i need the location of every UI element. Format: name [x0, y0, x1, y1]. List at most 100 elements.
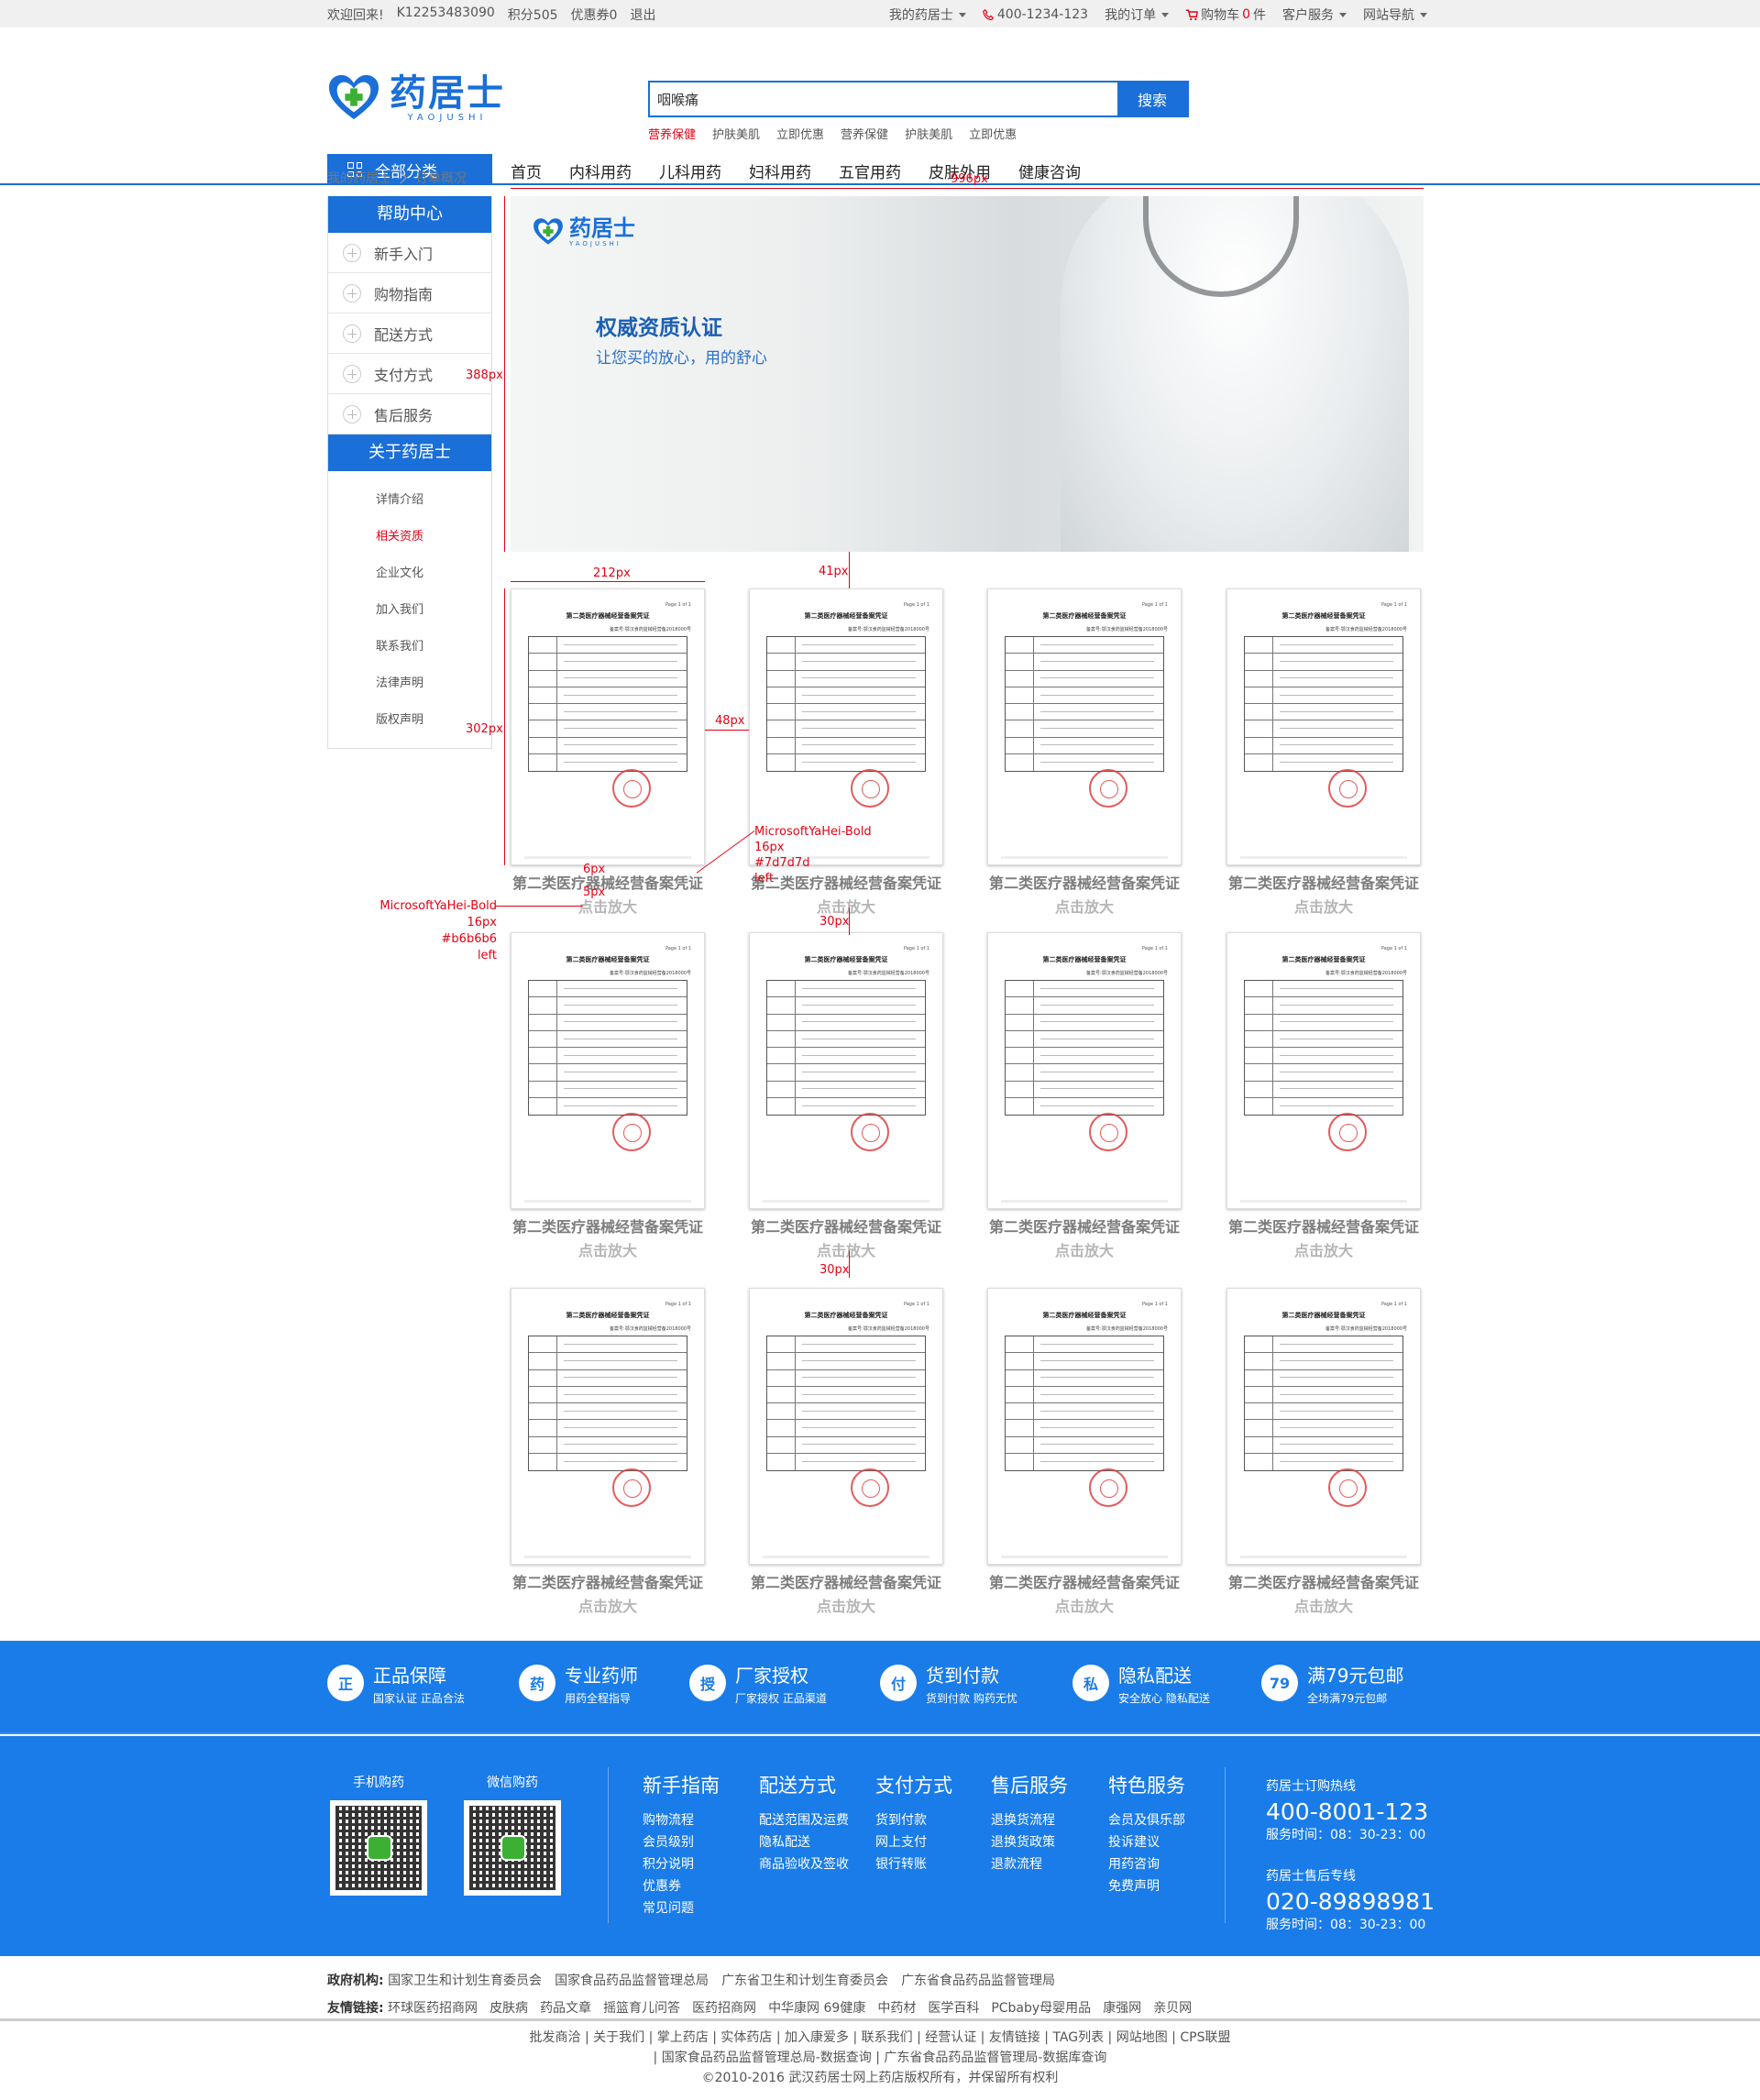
sidebar-sub-qualification[interactable]: 相关资质 — [376, 519, 491, 555]
certificate-image[interactable]: Page 1 of 1 第二类医疗器械经营备案凭证 备案号:鄂汉食药监械经营备201… — [511, 932, 705, 1209]
friend-link[interactable]: 康强网 — [1103, 2001, 1141, 2016]
sidebar-item-shopping-guide[interactable]: 购物指南 — [328, 273, 491, 313]
friend-link[interactable]: 药品文章 — [540, 2001, 591, 2016]
sidebar-item-beginner[interactable]: 新手入门 — [328, 233, 491, 273]
certificate-card[interactable]: Page 1 of 1 第二类医疗器械经营备案凭证 备案号:鄂汉食药监械经营备201… — [1226, 1288, 1421, 1616]
zoom-link[interactable]: 点击放大 — [1226, 1238, 1421, 1260]
footer-link[interactable]: 退换货政策 — [991, 1831, 1068, 1853]
footer-link[interactable]: 会员级别 — [643, 1831, 720, 1853]
footer-link[interactable]: 隐私配送 — [759, 1831, 849, 1853]
coupons-link[interactable]: 优惠券0 — [571, 5, 618, 24]
my-store-menu[interactable]: 我的药居士 — [889, 5, 966, 24]
sidebar-item-after-sales[interactable]: 售后服务 — [328, 394, 491, 434]
site-nav-menu[interactable]: 网站导航 — [1363, 5, 1427, 24]
certificate-image[interactable]: Page 1 of 1 第二类医疗器械经营备案凭证 备案号:鄂汉食药监械经营备201… — [1226, 588, 1421, 865]
points-link[interactable]: 积分505 — [508, 5, 558, 24]
zoom-link[interactable]: 点击放大 — [749, 1594, 943, 1616]
nav-item-pediatric[interactable]: 儿科用药 — [659, 159, 721, 182]
service-menu[interactable]: 客户服务 — [1282, 5, 1347, 24]
certificate-card[interactable]: Page 1 of 1 第二类医疗器械经营备案凭证 备案号:鄂汉食药监械经营备201… — [511, 588, 705, 917]
friend-link[interactable]: 医药招商网 — [692, 2001, 756, 2016]
cart-link[interactable]: 购物车 0 件 — [1185, 5, 1266, 24]
sidebar-about-title[interactable]: 关于药居士 — [328, 434, 491, 471]
sidebar-sub-join[interactable]: 加入我们 — [376, 592, 491, 629]
my-orders-menu[interactable]: 我的订单 — [1105, 5, 1170, 24]
hotword-link[interactable]: 营养保健 — [648, 125, 696, 142]
nav-item-home[interactable]: 首页 — [511, 159, 542, 182]
search-button[interactable]: 搜索 — [1117, 82, 1187, 115]
friend-link[interactable]: 中药材 — [877, 2001, 916, 2016]
footer-link[interactable]: 银行转账 — [875, 1853, 952, 1875]
certificate-card[interactable]: Page 1 of 1 第二类医疗器械经营备案凭证 备案号:鄂汉食药监械经营备201… — [749, 932, 943, 1260]
site-logo[interactable]: 药居士 YAOJUSHI — [327, 73, 505, 123]
certificate-image[interactable]: Page 1 of 1 第二类医疗器械经营备案凭证 备案号:鄂汉食药监械经营备201… — [749, 1288, 943, 1565]
footer-link[interactable]: 优惠券 — [643, 1875, 720, 1897]
friend-link[interactable]: 医学百科 — [928, 2001, 979, 2016]
hotword-link[interactable]: 立即优惠 — [969, 125, 1017, 142]
certificate-card[interactable]: Page 1 of 1 第二类医疗器械经营备案凭证 备案号:鄂汉食药监械经营备201… — [511, 1288, 705, 1616]
footer-link[interactable]: 投诉建议 — [1108, 1831, 1185, 1853]
sidebar-help-title[interactable]: 帮助中心 — [328, 196, 491, 233]
username[interactable]: K12253483090 — [397, 5, 495, 24]
friend-link[interactable]: 亲贝网 — [1153, 2001, 1192, 2016]
certificate-image[interactable]: Page 1 of 1 第二类医疗器械经营备案凭证 备案号:鄂汉食药监械经营备201… — [749, 932, 943, 1209]
friend-link[interactable]: PCbaby母婴用品 — [991, 2001, 1091, 2016]
certificate-image[interactable]: Page 1 of 1 第二类医疗器械经营备案凭证 备案号:鄂汉食药监械经营备201… — [987, 588, 1182, 865]
footer-link[interactable]: 用药咨询 — [1108, 1853, 1185, 1875]
zoom-link[interactable]: 点击放大 — [511, 1594, 705, 1616]
certificate-card[interactable]: Page 1 of 1 第二类医疗器械经营备案凭证 备案号:鄂汉食药监械经营备201… — [1226, 588, 1421, 917]
friend-link[interactable]: 摇篮育儿问答 — [603, 2001, 680, 2016]
footer-link[interactable]: 商品验收及签收 — [759, 1853, 849, 1875]
certificate-card[interactable]: Page 1 of 1 第二类医疗器械经营备案凭证 备案号:鄂汉食药监械经营备201… — [511, 932, 705, 1260]
certificate-card[interactable]: Page 1 of 1 第二类医疗器械经营备案凭证 备案号:鄂汉食药监械经营备201… — [987, 932, 1182, 1260]
footer-link[interactable]: 退款流程 — [991, 1853, 1068, 1875]
footer-link[interactable]: 积分说明 — [643, 1853, 720, 1875]
nav-item-internal[interactable]: 内科用药 — [569, 159, 632, 182]
certificate-card[interactable]: Page 1 of 1 第二类医疗器械经营备案凭证 备案号:鄂汉食药监械经营备201… — [987, 588, 1182, 917]
hotword-link[interactable]: 护肤美肌 — [712, 125, 760, 142]
footer-link[interactable]: 会员及俱乐部 — [1108, 1809, 1185, 1831]
zoom-link[interactable]: 点击放大 — [511, 1238, 705, 1260]
search-input[interactable] — [650, 82, 1117, 115]
footer-link[interactable]: 免费声明 — [1108, 1875, 1185, 1897]
sidebar-sub-legal[interactable]: 法律声明 — [376, 665, 491, 702]
sidebar-sub-culture[interactable]: 企业文化 — [376, 555, 491, 592]
footer-gov-links[interactable]: | 国家食品药品监督管理总局-数据查询 | 广东省食品药品监督管理局-数据库查询 — [0, 2048, 1760, 2068]
friend-link[interactable]: 环球医药招商网 — [388, 2001, 478, 2016]
zoom-link[interactable]: 点击放大 — [749, 1238, 943, 1260]
hotword-link[interactable]: 立即优惠 — [776, 125, 824, 142]
gov-link[interactable]: 国家食品药品监督管理总局 — [555, 1974, 709, 1988]
footer-link[interactable]: 货到付款 — [875, 1809, 952, 1831]
friend-link[interactable]: 中华康网 69健康 — [768, 2001, 865, 2016]
footer-link[interactable]: 网上支付 — [875, 1831, 952, 1853]
gov-link[interactable]: 国家卫生和计划生育委员会 — [388, 1974, 542, 1988]
nav-item-consult[interactable]: 健康咨询 — [1018, 159, 1081, 182]
footer-link[interactable]: 常见问题 — [643, 1897, 720, 1919]
zoom-link[interactable]: 点击放大 — [987, 1594, 1182, 1616]
certificate-image[interactable]: Page 1 of 1 第二类医疗器械经营备案凭证 备案号:鄂汉食药监械经营备201… — [1226, 1288, 1421, 1565]
certificate-image[interactable]: Page 1 of 1 第二类医疗器械经营备案凭证 备案号:鄂汉食药监械经营备201… — [511, 588, 705, 865]
certificate-card[interactable]: Page 1 of 1 第二类医疗器械经营备案凭证 备案号:鄂汉食药监械经营备201… — [749, 1288, 943, 1616]
gov-link[interactable]: 广东省卫生和计划生育委员会 — [721, 1974, 888, 1988]
sidebar-item-delivery[interactable]: 配送方式 — [328, 313, 491, 354]
nav-item-ent[interactable]: 五官用药 — [839, 159, 901, 182]
certificate-card[interactable]: Page 1 of 1 第二类医疗器械经营备案凭证 备案号:鄂汉食药监械经营备201… — [1226, 932, 1421, 1260]
friend-link[interactable]: 皮肤病 — [490, 2001, 528, 2016]
footer-nav-links[interactable]: 批发商洽 | 关于我们 | 掌上药店 | 实体药店 | 加入康爱多 | 联系我们… — [0, 2028, 1760, 2048]
hotword-link[interactable]: 护肤美肌 — [905, 125, 952, 142]
zoom-link[interactable]: 点击放大 — [987, 895, 1182, 917]
nav-item-gynecology[interactable]: 妇科用药 — [749, 159, 811, 182]
certificate-image[interactable]: Page 1 of 1 第二类医疗器械经营备案凭证 备案号:鄂汉食药监械经营备201… — [987, 1288, 1182, 1565]
gov-link[interactable]: 广东省食品药品监督管理局 — [901, 1974, 1055, 1988]
certificate-image[interactable]: Page 1 of 1 第二类医疗器械经营备案凭证 备案号:鄂汉食药监械经营备201… — [1226, 932, 1421, 1209]
zoom-link[interactable]: 点击放大 — [987, 1238, 1182, 1260]
zoom-link[interactable]: 点击放大 — [1226, 895, 1421, 917]
certificate-card[interactable]: Page 1 of 1 第二类医疗器械经营备案凭证 备案号:鄂汉食药监械经营备201… — [987, 1288, 1182, 1616]
zoom-link[interactable]: 点击放大 — [749, 895, 943, 917]
sidebar-sub-intro[interactable]: 详情介绍 — [376, 482, 491, 519]
hotword-link[interactable]: 营养保健 — [841, 125, 888, 142]
certificate-image[interactable]: Page 1 of 1 第二类医疗器械经营备案凭证 备案号:鄂汉食药监械经营备201… — [511, 1288, 705, 1565]
zoom-link[interactable]: 点击放大 — [1226, 1594, 1421, 1616]
breadcrumb-home[interactable]: 我的药居士 — [327, 169, 391, 187]
certificate-image[interactable]: Page 1 of 1 第二类医疗器械经营备案凭证 备案号:鄂汉食药监械经营备201… — [987, 932, 1182, 1209]
